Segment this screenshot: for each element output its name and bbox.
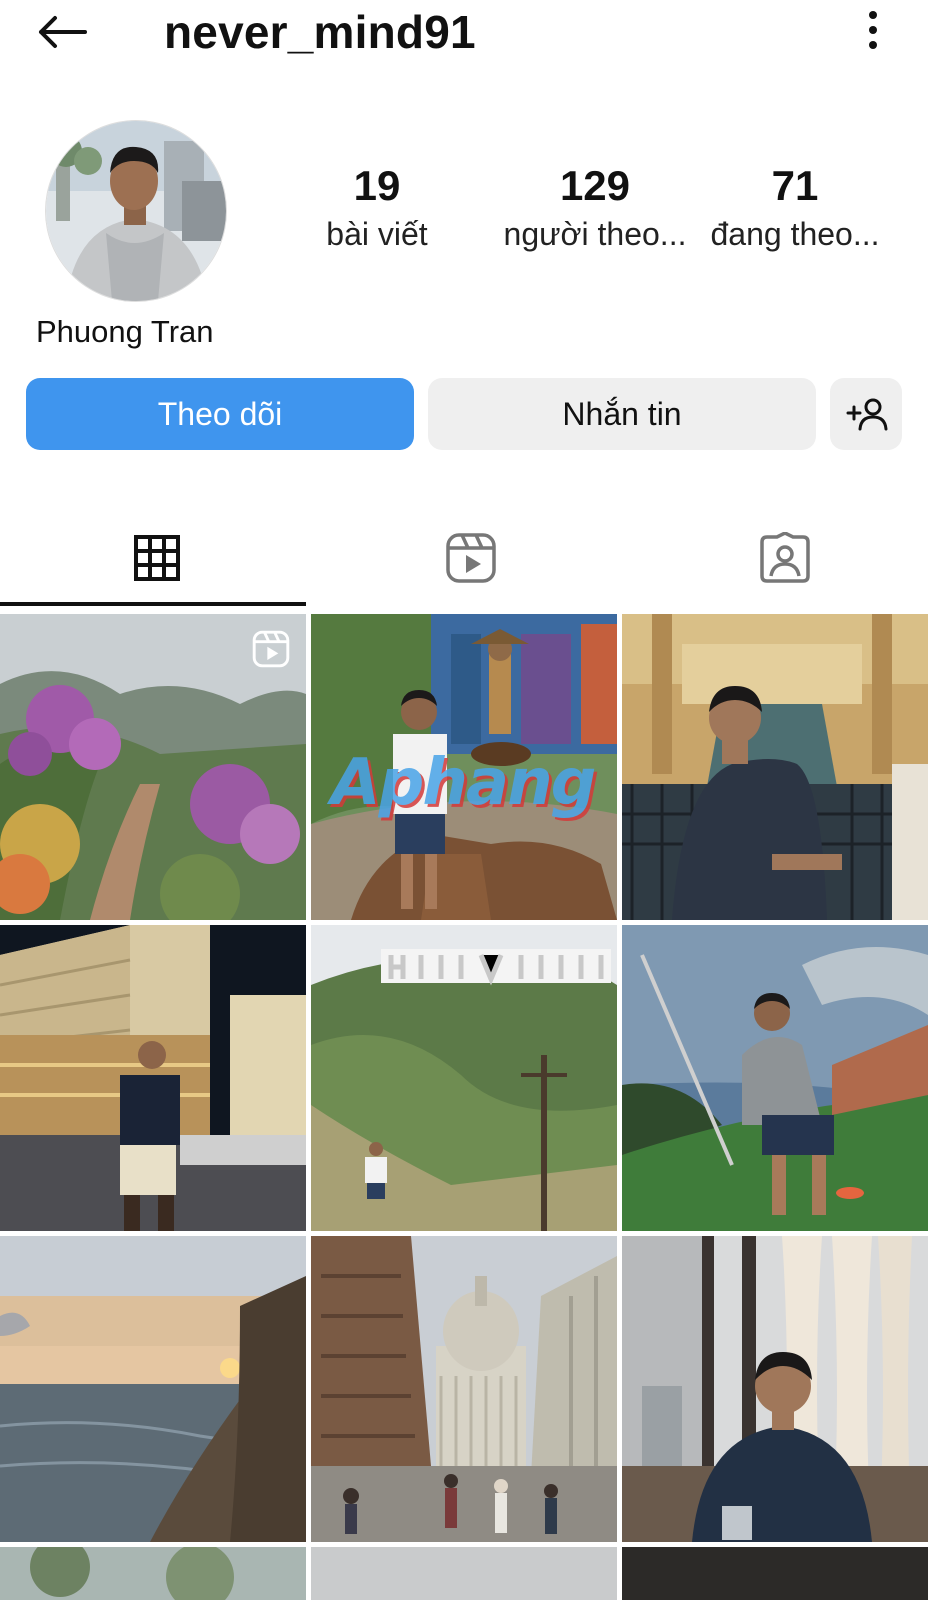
avatar-photo bbox=[46, 121, 226, 301]
reels-icon bbox=[252, 630, 290, 668]
stat-followers[interactable]: 129 người theo... bbox=[480, 160, 710, 256]
post-tile[interactable] bbox=[0, 925, 306, 1231]
post-tile[interactable] bbox=[622, 614, 928, 920]
following-label: đang theo... bbox=[710, 216, 880, 252]
post-tile[interactable] bbox=[311, 1236, 617, 1542]
arrow-left-icon bbox=[39, 16, 87, 48]
post-tile[interactable] bbox=[311, 925, 617, 1231]
posts-label: bài viết bbox=[326, 216, 428, 252]
post-tile[interactable] bbox=[0, 1547, 306, 1600]
tab-grid[interactable] bbox=[0, 508, 314, 608]
top-bar: never_mind91 bbox=[0, 0, 947, 70]
followers-count: 129 bbox=[559, 162, 631, 209]
post-photo bbox=[0, 925, 306, 1231]
add-user-icon bbox=[846, 398, 888, 431]
post-photo bbox=[622, 925, 928, 1231]
post-tile[interactable] bbox=[622, 1236, 928, 1542]
post-tile[interactable] bbox=[622, 925, 928, 1231]
tab-selected-indicator bbox=[0, 602, 306, 606]
back-button[interactable] bbox=[30, 8, 94, 56]
post-photo bbox=[311, 1547, 617, 1600]
tagged-icon bbox=[760, 532, 810, 583]
post-tile[interactable] bbox=[0, 614, 306, 920]
post-photo bbox=[0, 1547, 306, 1600]
follow-button[interactable]: Theo dõi bbox=[26, 378, 414, 450]
message-button[interactable]: Nhắn tin bbox=[428, 378, 816, 450]
stat-following[interactable]: 71 đang theo... bbox=[700, 160, 890, 256]
profile-avatar[interactable] bbox=[46, 121, 226, 301]
followers-label: người theo... bbox=[503, 216, 687, 252]
profile-username: never_mind91 bbox=[164, 6, 476, 58]
post-photo bbox=[311, 1236, 617, 1542]
post-photo bbox=[622, 1547, 928, 1600]
watermark: Aphang bbox=[331, 746, 596, 820]
suggest-users-button[interactable] bbox=[830, 378, 902, 450]
more-vertical-icon bbox=[869, 11, 877, 49]
post-photo bbox=[622, 1236, 928, 1542]
reels-icon bbox=[446, 533, 496, 583]
more-options-button[interactable] bbox=[855, 8, 891, 52]
post-photo bbox=[622, 614, 928, 920]
profile-tabs bbox=[0, 508, 947, 608]
post-tile[interactable]: Aphang bbox=[311, 614, 617, 920]
post-photo bbox=[0, 1236, 306, 1542]
tab-tagged[interactable] bbox=[628, 508, 942, 608]
tab-reels[interactable] bbox=[314, 508, 628, 608]
reel-badge bbox=[252, 630, 290, 668]
grid-icon bbox=[134, 535, 180, 581]
post-tile[interactable] bbox=[622, 1547, 928, 1600]
post-photo bbox=[311, 925, 617, 1231]
posts-count: 19 bbox=[353, 162, 401, 209]
post-tile[interactable] bbox=[311, 1547, 617, 1600]
following-count: 71 bbox=[771, 162, 819, 209]
profile-display-name: Phuong Tran bbox=[36, 314, 214, 349]
post-tile[interactable] bbox=[0, 1236, 306, 1542]
message-button-label: Nhắn tin bbox=[562, 395, 682, 432]
follow-button-label: Theo dõi bbox=[157, 395, 283, 432]
stat-posts[interactable]: 19 bài viết bbox=[292, 160, 462, 256]
